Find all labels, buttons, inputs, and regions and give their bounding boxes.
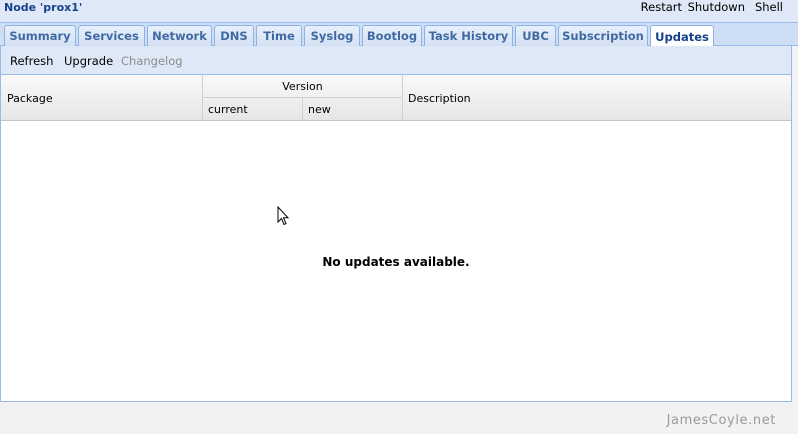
tab-ubc[interactable]: UBC [515,25,556,46]
column-group-version: Version [203,75,403,98]
empty-grid-message: No updates available. [322,255,470,269]
node-header: Node 'prox1' Restart Shutdown Shell [0,0,798,22]
tab-syslog[interactable]: Syslog [304,25,360,46]
column-header-current[interactable]: current [203,98,303,121]
tab-task-history[interactable]: Task History [424,25,513,46]
column-header-label: new [308,103,331,116]
updates-panel: Refresh Upgrade Changelog Package Versio… [0,46,792,402]
tab-strip: Summary Services Network DNS Time Syslog… [4,25,716,47]
tab-subscription[interactable]: Subscription [558,25,648,46]
updates-toolbar: Refresh Upgrade Changelog [1,46,791,75]
grid-header: Package Version current new Description [1,75,791,121]
changelog-button: Changelog [121,54,183,68]
column-header-label: Package [7,91,53,105]
column-header-label: Description [408,91,471,105]
refresh-button[interactable]: Refresh [10,54,53,68]
footer: JamesCoyle.net [0,402,798,434]
tab-bootlog[interactable]: Bootlog [362,25,422,46]
column-header-label: current [208,103,248,116]
tab-time[interactable]: Time [256,25,302,46]
tab-services[interactable]: Services [78,25,145,46]
tab-dns[interactable]: DNS [214,25,254,46]
mouse-pointer-icon [277,206,289,226]
column-group-label: Version [282,79,323,93]
tab-updates[interactable]: Updates [650,25,714,47]
upgrade-button[interactable]: Upgrade [64,54,113,68]
column-header-new[interactable]: new [303,98,403,121]
column-header-package[interactable]: Package [1,75,203,121]
shutdown-button[interactable]: Shutdown [688,0,745,14]
column-header-description[interactable]: Description [403,75,791,121]
tab-summary[interactable]: Summary [4,25,76,46]
shell-button[interactable]: Shell [755,0,783,14]
restart-button[interactable]: Restart [641,0,682,14]
watermark-text: JamesCoyle.net [666,413,776,428]
tab-bar: Summary Services Network DNS Time Syslog… [0,22,798,47]
tab-network[interactable]: Network [147,25,212,46]
node-title: Node 'prox1' [4,1,83,14]
